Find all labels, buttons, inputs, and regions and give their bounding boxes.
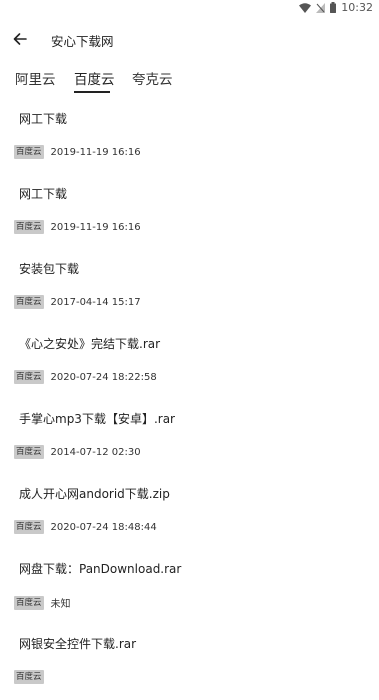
source-badge: 百度云 [14, 295, 44, 309]
source-badge: 百度云 [14, 370, 44, 384]
tab-kuakeyun[interactable]: 夸克云 [132, 68, 173, 88]
list-item[interactable]: 安装包下载百度云 2017-04-14 15:17 [0, 250, 379, 325]
item-timestamp: 未知 [50, 599, 71, 610]
source-badge: 百度云 [14, 520, 44, 534]
item-title: 网盘下载：PanDownload.rar [19, 562, 182, 576]
item-title: 网工下载 [19, 187, 68, 201]
item-meta: 百度云 未知 [14, 595, 71, 610]
active-tab-indicator [74, 91, 110, 93]
tab-bar: 阿里云 百度云 夸克云 [0, 66, 379, 96]
item-title: 成人开心网andorid下载.zip [19, 487, 170, 501]
battery-icon [330, 2, 337, 13]
back-button[interactable] [8, 28, 32, 50]
item-meta: 百度云 2017-04-14 15:17 [14, 295, 141, 309]
list-item[interactable]: 网盘下载：PanDownload.rar 百度云 未知 [0, 550, 379, 625]
source-badge: 百度云 [14, 145, 44, 159]
list-item[interactable]: 网银安全控件下载.rar 百度云 [0, 625, 379, 700]
item-title: 手掌心mp3下载【安卓】.rar [19, 412, 175, 426]
item-meta: 百度云 2019-11-19 16:16 [14, 220, 141, 234]
item-timestamp: 2019-11-19 16:16 [50, 146, 141, 158]
status-icons: 10:32 [299, 1, 373, 14]
item-title: 《心之安处》完结下载.rar [19, 337, 161, 351]
item-title: 网工下载 [19, 112, 68, 126]
source-badge: 百度云 [14, 445, 44, 459]
file-list: 网工下载 百度云 2019-11-19 16:16 网工下载 百度云 2019-11-19… [0, 100, 379, 700]
source-badge: 百度云 [14, 220, 44, 234]
item-meta: 百度云 2020-07-24 18:22:58 [14, 370, 157, 384]
list-item[interactable]: 网工下载百度云 2019-11-19 16:16 [0, 100, 379, 175]
arrow-left-icon [13, 33, 27, 45]
wifi-icon [299, 2, 312, 13]
source-badge: 百度云 [14, 670, 44, 684]
app-header: 安心下载网 [0, 22, 379, 56]
status-bar: 10:32 [0, 0, 379, 16]
item-title: 网银安全控件下载.rar [19, 637, 137, 651]
item-meta: 百度云 2014-07-12 02:30 [14, 445, 141, 459]
item-meta: 百度云 2019-11-19 16:16 [14, 145, 141, 159]
item-timestamp: 2014-07-12 02:30 [50, 446, 141, 458]
list-item[interactable]: 手掌心mp3下载【安卓】.rar 百度云 2014-07-12 02:30 [0, 400, 379, 475]
item-timestamp: 2020-07-24 18:48:44 [50, 521, 157, 533]
list-item[interactable]: 网工下载百度云 2019-11-19 16:16 [0, 175, 379, 250]
item-timestamp: 2019-11-19 16:16 [50, 221, 141, 233]
item-timestamp: 2020-07-24 18:22:58 [50, 371, 157, 383]
tab-baiduyun[interactable]: 百度云 [74, 68, 115, 88]
item-timestamp: 2017-04-14 15:17 [50, 296, 141, 308]
tab-aliyun[interactable]: 阿里云 [15, 68, 56, 88]
item-meta: 百度云 2020-07-24 18:48:44 [14, 520, 157, 534]
page-title: 安心下载网 [51, 34, 114, 49]
list-item[interactable]: 《心之安处》完结下载.rar 百度云 2020-07-24 18:22:58 [0, 325, 379, 400]
item-title: 安装包下载 [19, 262, 80, 276]
list-item[interactable]: 成人开心网andorid下载.zip 百度云 2020-07-24 18:48:44 [0, 475, 379, 550]
source-badge: 百度云 [14, 595, 44, 610]
signal-icon [316, 2, 326, 13]
item-meta: 百度云 [14, 670, 51, 684]
status-time: 10:32 [341, 1, 373, 14]
